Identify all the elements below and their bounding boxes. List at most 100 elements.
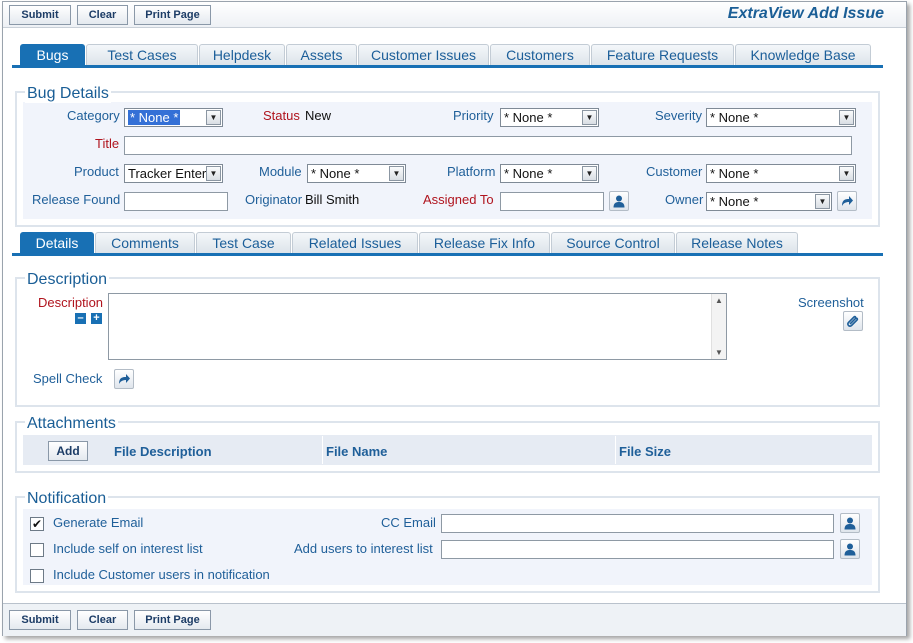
cc-email-input[interactable] — [441, 514, 834, 533]
print-page-button-top[interactable]: Print Page — [134, 5, 211, 25]
platform-select[interactable]: * None * ▼ — [500, 164, 599, 183]
detail-tabs: Details Comments Test Case Related Issue… — [12, 232, 883, 256]
plus-icon[interactable]: + — [91, 313, 102, 324]
tab-underline — [12, 65, 883, 68]
screenshot-label: Screenshot — [798, 295, 864, 310]
forward-arrow-icon — [842, 196, 853, 206]
user-icon — [613, 195, 625, 208]
issue-type-tabs: Bugs Test Cases Helpdesk Assets Customer… — [12, 44, 883, 68]
attachments-section: Attachments Add File Description File Na… — [15, 415, 880, 473]
priority-select[interactable]: * None * ▼ — [500, 108, 599, 127]
tab-release-notes[interactable]: Release Notes — [676, 232, 798, 253]
description-textarea[interactable]: ▲ ▼ — [108, 293, 727, 360]
tab-test-case[interactable]: Test Case — [196, 232, 291, 253]
module-select[interactable]: * None * ▼ — [307, 164, 406, 183]
column-divider — [615, 436, 616, 464]
tab-feature-requests[interactable]: Feature Requests — [591, 44, 734, 65]
tab-customers[interactable]: Customers — [490, 44, 590, 65]
include-customer-label: Include Customer users in notification — [53, 567, 270, 582]
platform-value: * None * — [504, 166, 553, 181]
submit-button-top[interactable]: Submit — [9, 5, 71, 25]
platform-label: Platform — [447, 164, 496, 179]
notification-section: Notification ✔ Generate Email Include se… — [15, 490, 880, 593]
chevron-down-icon: ▼ — [839, 110, 854, 125]
add-issue-window: Submit Clear Print Page ExtraView Add Is… — [2, 1, 907, 636]
originator-value: Bill Smith — [305, 192, 360, 207]
scroll-down-icon: ▼ — [715, 348, 723, 357]
category-value: * None * — [128, 110, 181, 125]
column-file-size: File Size — [619, 444, 672, 459]
scrollbar[interactable]: ▲ ▼ — [711, 294, 726, 359]
assigned-to-input[interactable] — [500, 192, 604, 211]
assigned-to-lookup-button[interactable] — [609, 191, 629, 211]
include-self-checkbox[interactable] — [30, 543, 44, 557]
tab-underline — [12, 253, 883, 256]
submit-button-bottom[interactable]: Submit — [9, 610, 71, 630]
severity-select[interactable]: * None * ▼ — [706, 108, 856, 127]
screenshot-attach-button[interactable] — [843, 311, 863, 331]
cc-email-lookup-button[interactable] — [840, 513, 860, 533]
tab-release-fix-info[interactable]: Release Fix Info — [419, 232, 550, 253]
generate-email-checkbox[interactable]: ✔ — [30, 517, 44, 531]
customer-label: Customer — [646, 164, 703, 179]
tab-source-control[interactable]: Source Control — [551, 232, 675, 253]
tab-related-issues[interactable]: Related Issues — [292, 232, 418, 253]
minus-icon[interactable]: – — [75, 313, 86, 324]
tab-test-cases[interactable]: Test Cases — [86, 44, 198, 65]
print-page-button-bottom[interactable]: Print Page — [134, 610, 211, 630]
add-users-lookup-button[interactable] — [840, 539, 860, 559]
category-label: Category — [67, 108, 120, 123]
tab-customer-issues[interactable]: Customer Issues — [358, 44, 489, 65]
status-value: New — [305, 108, 332, 123]
clear-button-top[interactable]: Clear — [77, 5, 128, 25]
owner-value: * None * — [710, 194, 759, 209]
cc-email-label: CC Email — [381, 515, 436, 530]
title-label: Title — [95, 136, 120, 151]
bottom-toolbar: Submit Clear Print Page — [3, 603, 906, 636]
clear-button-bottom[interactable]: Clear — [77, 610, 128, 630]
tab-knowledge-base[interactable]: Knowledge Base — [735, 44, 871, 65]
chevron-down-icon: ▼ — [582, 110, 597, 125]
forward-arrow-icon — [119, 374, 130, 384]
column-divider — [322, 436, 323, 464]
severity-value: * None * — [710, 110, 759, 125]
description-label: Description — [38, 295, 104, 310]
add-users-input[interactable] — [441, 540, 834, 559]
include-customer-checkbox[interactable] — [30, 569, 44, 583]
attachments-legend: Attachments — [25, 415, 118, 433]
add-attachment-button[interactable]: Add — [48, 441, 88, 461]
add-users-label: Add users to interest list — [294, 541, 433, 556]
tab-bugs[interactable]: Bugs — [20, 44, 85, 65]
chevron-down-icon: ▼ — [582, 166, 597, 181]
tab-details[interactable]: Details — [20, 232, 94, 253]
chevron-down-icon: ▼ — [206, 110, 221, 125]
generate-email-label: Generate Email — [53, 515, 144, 530]
category-select[interactable]: * None * ▼ — [124, 108, 223, 127]
release-found-input[interactable] — [124, 192, 228, 211]
description-section: Description Description – + ▲ ▼ Screensh… — [15, 271, 880, 407]
bug-details-legend: Bug Details — [25, 85, 111, 103]
tab-helpdesk[interactable]: Helpdesk — [199, 44, 285, 65]
chevron-down-icon: ▼ — [389, 166, 404, 181]
column-file-name: File Name — [326, 444, 388, 459]
assigned-to-label: Assigned To — [423, 192, 494, 207]
product-select[interactable]: Tracker Enter ▼ — [124, 164, 223, 183]
tab-assets[interactable]: Assets — [286, 44, 357, 65]
description-legend: Description — [25, 271, 110, 289]
status-label: Status — [263, 108, 300, 123]
top-toolbar: Submit Clear Print Page ExtraView Add Is… — [3, 2, 906, 28]
owner-label: Owner — [665, 192, 704, 207]
user-icon — [844, 517, 856, 530]
module-label: Module — [259, 164, 302, 179]
owner-select[interactable]: * None * ▼ — [706, 192, 832, 211]
spell-check-button[interactable] — [114, 369, 134, 389]
check-icon: ✔ — [31, 517, 43, 531]
owner-forward-button[interactable] — [837, 191, 857, 211]
tab-comments[interactable]: Comments — [95, 232, 195, 253]
chevron-down-icon: ▼ — [815, 194, 830, 209]
customer-select[interactable]: * None * ▼ — [706, 164, 856, 183]
originator-label: Originator — [245, 192, 303, 207]
title-input[interactable] — [124, 136, 852, 155]
bug-details-section: Bug Details Category * None * ▼ Status N… — [15, 85, 880, 227]
include-self-label: Include self on interest list — [53, 541, 203, 556]
